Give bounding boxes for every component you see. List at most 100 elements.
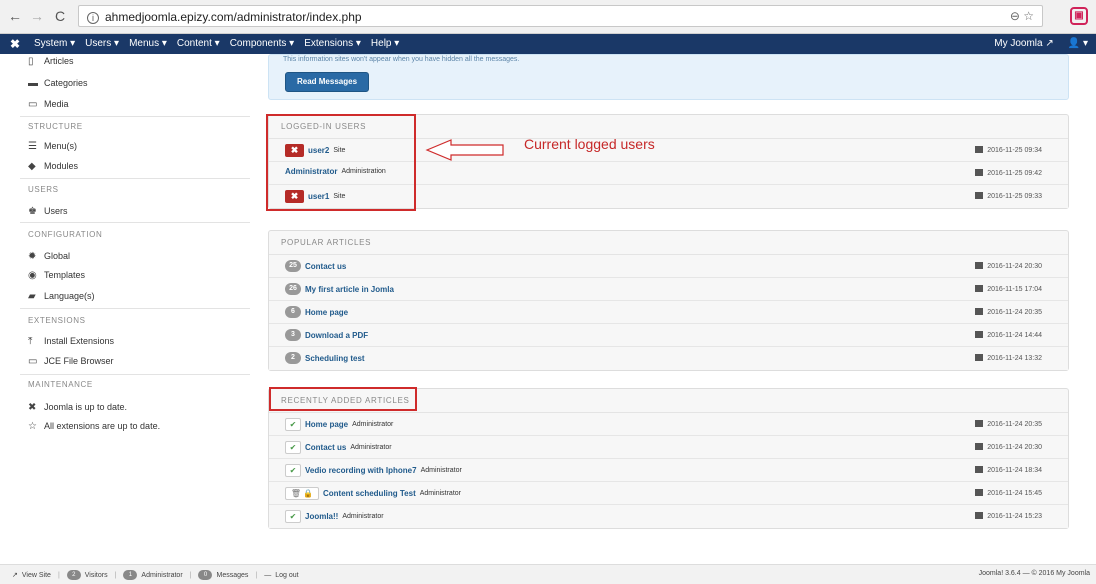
calendar-icon <box>975 466 984 473</box>
structure-heading: STRUCTURE <box>28 122 83 131</box>
hits-badge: 2 <box>285 352 301 364</box>
forward-button[interactable]: → <box>30 8 44 24</box>
menu-menus[interactable]: Menus ▾ <box>129 38 167 49</box>
table-row: 6 Home page 2016-11-24 20:35 <box>269 301 1068 324</box>
login-date: 2016-11-25 09:34 <box>987 147 1042 154</box>
sidebar-item-menus[interactable]: ☰ Menu(s) <box>28 141 77 152</box>
article-link[interactable]: Scheduling test <box>305 354 365 363</box>
recent-articles-highlight-box <box>269 387 417 411</box>
table-row: 26 My first article in Jomla 2016-11-15 1… <box>269 278 1068 301</box>
extension-icon[interactable]: ▣ <box>1070 7 1088 25</box>
table-row: ✔ Home page Administrator 2016-11-24 20:35 <box>269 413 1068 436</box>
article-link[interactable]: Contact us <box>305 443 346 452</box>
calendar-icon <box>975 262 984 269</box>
joomla-up-to-date[interactable]: ✖ Joomla is up to date. <box>28 402 127 413</box>
calendar-icon <box>975 331 984 338</box>
messages-alert: This information sites won't appear when… <box>268 54 1069 100</box>
logged-users-highlight-box <box>266 114 416 211</box>
external-link-icon: ↗ <box>12 572 18 579</box>
menu-users[interactable]: Users ▾ <box>85 38 119 49</box>
published-state-button[interactable]: ✔ <box>285 464 301 477</box>
configuration-heading: CONFIGURATION <box>28 230 103 239</box>
article-date: 2016-11-24 14:44 <box>987 332 1042 339</box>
zoom-icon[interactable]: ⊖ <box>1010 9 1020 23</box>
article-date: 2016-11-24 20:30 <box>987 263 1042 270</box>
maintenance-heading: MAINTENANCE <box>28 380 93 389</box>
hits-badge: 25 <box>285 260 301 272</box>
my-joomla-link[interactable]: My Joomla ↗ <box>994 38 1054 49</box>
calendar-icon <box>975 489 984 496</box>
article-link[interactable]: Joomla!! <box>305 512 338 521</box>
article-link[interactable]: Contact us <box>305 262 346 271</box>
cube-icon: ◆ <box>28 161 36 172</box>
folder-icon: ▬ <box>28 78 38 89</box>
table-row: 3 Download a PDF 2016-11-24 14:44 <box>269 324 1068 347</box>
logout-link[interactable]: Log out <box>275 572 298 579</box>
hits-badge: 6 <box>285 306 301 318</box>
menu-components[interactable]: Components ▾ <box>230 38 295 49</box>
sidebar-item-users[interactable]: ♚ Users <box>28 206 68 217</box>
comments-icon: ▰ <box>28 291 36 302</box>
back-button[interactable]: ← <box>8 8 22 24</box>
panel-heading: POPULAR ARTICLES <box>269 231 1068 255</box>
sidebar-item-install-extensions[interactable]: ⤒ Install Extensions <box>28 336 114 347</box>
address-bar[interactable]: i ahmedjoomla.epizy.com/administrator/ind… <box>78 5 1043 27</box>
annotation-label: Current logged users <box>524 136 655 152</box>
trashed-locked-state-button[interactable]: 🗑 🔒 <box>285 487 319 500</box>
calendar-icon <box>975 285 984 292</box>
reload-button[interactable]: C <box>55 8 65 24</box>
sidebar-item-global[interactable]: ✹ Global <box>28 251 70 262</box>
sidebar-item-languages[interactable]: ▰ Language(s) <box>28 291 95 302</box>
joomla-logo-icon[interactable]: ✖ <box>10 37 20 51</box>
article-date: 2016-11-24 18:34 <box>987 467 1042 474</box>
article-author: Administrator <box>352 421 394 428</box>
published-state-button[interactable]: ✔ <box>285 510 301 523</box>
article-link[interactable]: My first article in Jomla <box>305 285 394 294</box>
menu-system[interactable]: System ▾ <box>34 38 75 49</box>
sidebar: ▯ Articles ▬ Categories ▭ Media STRUCTURE ☰… <box>20 54 250 564</box>
star-icon: ☆ <box>28 421 37 432</box>
browser-toolbar: ← → C i ahmedjoomla.epizy.com/administrat… <box>0 0 1096 34</box>
extensions-up-to-date[interactable]: ☆ All extensions are up to date. <box>28 421 160 432</box>
sidebar-item-categories[interactable]: ▬ Categories <box>28 78 88 89</box>
article-link[interactable]: Download a PDF <box>305 331 368 340</box>
read-messages-button[interactable]: Read Messages <box>285 72 369 92</box>
sidebar-item-media[interactable]: ▭ Media <box>28 99 69 110</box>
admin-top-menu: ✖ System ▾ Users ▾ Menus ▾ Content ▾ Com… <box>0 34 1096 54</box>
calendar-icon <box>975 443 984 450</box>
sidebar-item-articles[interactable]: ▯ Articles <box>28 56 74 67</box>
calendar-icon <box>975 512 984 519</box>
user-menu[interactable]: 👤 ▾ <box>1068 38 1088 49</box>
table-row: 🗑 🔒 Content scheduling Test Administrator … <box>269 482 1068 505</box>
popular-articles-panel: POPULAR ARTICLES 25 Contact us 2016-11-24… <box>268 230 1069 371</box>
article-link[interactable]: Home page <box>305 420 348 429</box>
article-link[interactable]: Vedio recording with Iphone7 <box>305 466 417 475</box>
sidebar-item-templates[interactable]: ◉ Templates <box>28 270 85 281</box>
table-row: ✔ Joomla!! Administrator 2016-11-24 15:23 <box>269 505 1068 528</box>
published-state-button[interactable]: ✔ <box>285 418 301 431</box>
admin-count-badge: 1 <box>123 570 138 580</box>
menu-extensions[interactable]: Extensions ▾ <box>304 38 361 49</box>
article-date: 2016-11-24 20:35 <box>987 309 1042 316</box>
media-icon: ▭ <box>28 99 38 110</box>
status-bar: ↗ View Site | 2 Visitors | 1 Administrat… <box>0 564 1096 584</box>
calendar-icon <box>975 420 984 427</box>
info-icon[interactable]: i <box>87 12 99 24</box>
menu-content[interactable]: Content ▾ <box>177 38 220 49</box>
article-link[interactable]: Content scheduling Test <box>323 489 416 498</box>
article-author: Administrator <box>419 490 461 497</box>
sidebar-item-modules[interactable]: ◆ Modules <box>28 161 78 172</box>
published-state-button[interactable]: ✔ <box>285 441 301 454</box>
hits-badge: 26 <box>285 283 301 295</box>
messages-link[interactable]: Messages <box>216 572 248 579</box>
article-author: Administrator <box>420 467 462 474</box>
table-row: 2 Scheduling test 2016-11-24 13:32 <box>269 347 1068 370</box>
sidebar-item-jce-file-browser[interactable]: ▭ JCE File Browser <box>28 356 114 367</box>
article-date: 2016-11-24 15:45 <box>987 490 1042 497</box>
view-site-link[interactable]: View Site <box>22 572 51 579</box>
upload-icon: ⤒ <box>28 336 33 347</box>
eye-icon: ◉ <box>28 270 37 281</box>
bookmark-star-icon[interactable]: ☆ <box>1023 9 1034 23</box>
menu-help[interactable]: Help ▾ <box>371 38 399 49</box>
article-link[interactable]: Home page <box>305 308 348 317</box>
